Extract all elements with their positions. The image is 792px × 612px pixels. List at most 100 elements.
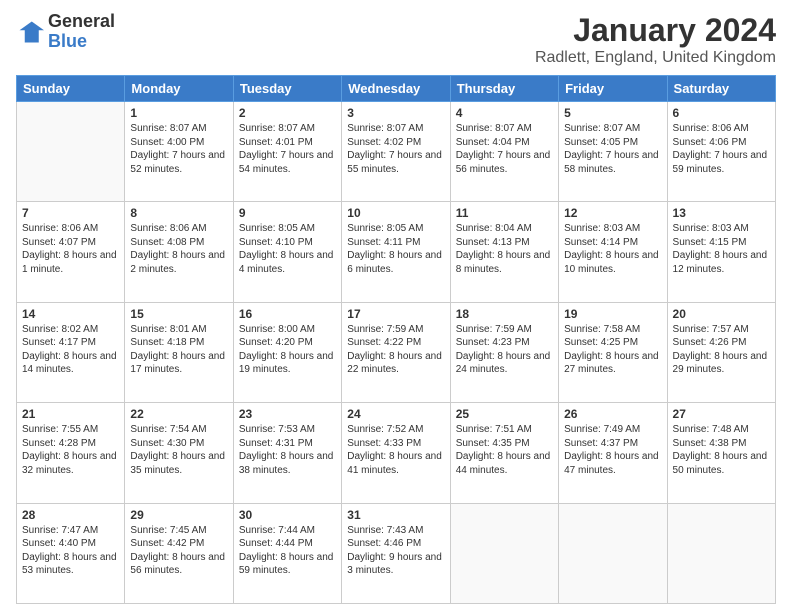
calendar-cell: 5Sunrise: 8:07 AMSunset: 4:05 PMDaylight… bbox=[559, 102, 667, 202]
calendar-cell: 2 Sunrise: 8:07 AMSunset: 4:01 PMDaylight… bbox=[233, 102, 341, 202]
calendar-cell: 31 Sunrise: 7:43 AMSunset: 4:46 PMDayligh… bbox=[342, 503, 450, 603]
title-block: January 2024 Radlett, England, United Ki… bbox=[535, 12, 776, 67]
logo-blue-text: Blue bbox=[48, 32, 115, 52]
cell-info: Sunrise: 7:54 AMSunset: 4:30 PMDaylight:… bbox=[130, 423, 227, 477]
cell-info: Sunrise: 7:53 AMSunset: 4:31 PMDaylight:… bbox=[239, 423, 336, 477]
cell-info: Sunrise: 7:59 AMSunset: 4:22 PMDaylight:… bbox=[347, 323, 444, 377]
cell-info: Sunrise: 8:06 AMSunset: 4:08 PMDaylight:… bbox=[130, 222, 227, 276]
page: General Blue January 2024 Radlett, Engla… bbox=[0, 0, 792, 612]
day-number: 20 bbox=[673, 307, 770, 321]
calendar-cell: 18 Sunrise: 7:59 AMSunset: 4:23 PMDayligh… bbox=[450, 302, 558, 402]
day-number: 15 bbox=[130, 307, 227, 321]
calendar-header-monday: Monday bbox=[125, 76, 233, 102]
calendar-cell: 4 Sunrise: 8:07 AMSunset: 4:04 PMDaylight… bbox=[450, 102, 558, 202]
cell-info: Sunrise: 7:47 AMSunset: 4:40 PMDaylight:… bbox=[22, 524, 119, 578]
calendar-cell: 8 Sunrise: 8:06 AMSunset: 4:08 PMDaylight… bbox=[125, 202, 233, 302]
calendar-header-row: SundayMondayTuesdayWednesdayThursdayFrid… bbox=[17, 76, 776, 102]
day-number: 1 bbox=[130, 106, 227, 120]
cell-info: Sunrise: 8:06 AMSunset: 4:07 PMDaylight:… bbox=[22, 222, 119, 276]
day-number: 16 bbox=[239, 307, 336, 321]
cell-info: Sunrise: 7:51 AMSunset: 4:35 PMDaylight:… bbox=[456, 423, 553, 477]
day-number: 11 bbox=[456, 206, 553, 220]
calendar-cell: 9 Sunrise: 8:05 AMSunset: 4:10 PMDaylight… bbox=[233, 202, 341, 302]
calendar-cell: 17 Sunrise: 7:59 AMSunset: 4:22 PMDayligh… bbox=[342, 302, 450, 402]
day-number: 3 bbox=[347, 106, 444, 120]
calendar-cell: 7 Sunrise: 8:06 AMSunset: 4:07 PMDaylight… bbox=[17, 202, 125, 302]
day-number: 29 bbox=[130, 508, 227, 522]
cell-info: Sunrise: 8:06 AMSunset: 4:06 PMDaylight:… bbox=[673, 122, 770, 176]
day-number: 28 bbox=[22, 508, 119, 522]
cell-info: Sunrise: 7:59 AMSunset: 4:23 PMDaylight:… bbox=[456, 323, 553, 377]
cell-info: Sunrise: 8:00 AMSunset: 4:20 PMDaylight:… bbox=[239, 323, 336, 377]
cell-info: Sunrise: 8:07 AMSunset: 4:02 PMDaylight:… bbox=[347, 122, 444, 176]
calendar-cell: 16 Sunrise: 8:00 AMSunset: 4:20 PMDayligh… bbox=[233, 302, 341, 402]
cell-info: Sunrise: 8:07 AMSunset: 4:04 PMDaylight:… bbox=[456, 122, 553, 176]
calendar-cell: 26 Sunrise: 7:49 AMSunset: 4:37 PMDayligh… bbox=[559, 403, 667, 503]
cell-info: Sunrise: 8:01 AMSunset: 4:18 PMDaylight:… bbox=[130, 323, 227, 377]
calendar: SundayMondayTuesdayWednesdayThursdayFrid… bbox=[16, 75, 776, 604]
calendar-cell bbox=[17, 102, 125, 202]
calendar-cell: 23Sunrise: 7:53 AMSunset: 4:31 PMDayligh… bbox=[233, 403, 341, 503]
calendar-cell: 1 Sunrise: 8:07 AMSunset: 4:00 PMDaylight… bbox=[125, 102, 233, 202]
cell-info: Sunrise: 7:57 AMSunset: 4:26 PMDaylight:… bbox=[673, 323, 770, 377]
logo-general-text: General bbox=[48, 12, 115, 32]
logo-text: General Blue bbox=[48, 12, 115, 52]
logo: General Blue bbox=[16, 12, 115, 52]
cell-info: Sunrise: 7:43 AMSunset: 4:46 PMDaylight:… bbox=[347, 524, 444, 578]
calendar-cell: 19Sunrise: 7:58 AMSunset: 4:25 PMDayligh… bbox=[559, 302, 667, 402]
day-number: 31 bbox=[347, 508, 444, 522]
cell-info: Sunrise: 8:07 AMSunset: 4:00 PMDaylight:… bbox=[130, 122, 227, 176]
calendar-header-saturday: Saturday bbox=[667, 76, 775, 102]
day-number: 24 bbox=[347, 407, 444, 421]
cell-info: Sunrise: 7:58 AMSunset: 4:25 PMDaylight:… bbox=[564, 323, 661, 377]
calendar-cell: 24 Sunrise: 7:52 AMSunset: 4:33 PMDayligh… bbox=[342, 403, 450, 503]
header: General Blue January 2024 Radlett, Engla… bbox=[16, 12, 776, 67]
day-number: 2 bbox=[239, 106, 336, 120]
cell-info: Sunrise: 7:52 AMSunset: 4:33 PMDaylight:… bbox=[347, 423, 444, 477]
calendar-header-sunday: Sunday bbox=[17, 76, 125, 102]
cell-info: Sunrise: 8:05 AMSunset: 4:10 PMDaylight:… bbox=[239, 222, 336, 276]
month-title: January 2024 bbox=[535, 12, 776, 49]
day-number: 22 bbox=[130, 407, 227, 421]
calendar-cell: 6 Sunrise: 8:06 AMSunset: 4:06 PMDaylight… bbox=[667, 102, 775, 202]
cell-info: Sunrise: 7:45 AMSunset: 4:42 PMDaylight:… bbox=[130, 524, 227, 578]
calendar-cell: 21Sunrise: 7:55 AMSunset: 4:28 PMDayligh… bbox=[17, 403, 125, 503]
day-number: 7 bbox=[22, 206, 119, 220]
logo-icon bbox=[16, 18, 44, 46]
calendar-cell: 11Sunrise: 8:04 AMSunset: 4:13 PMDayligh… bbox=[450, 202, 558, 302]
day-number: 21 bbox=[22, 407, 119, 421]
day-number: 4 bbox=[456, 106, 553, 120]
calendar-week-row: 14 Sunrise: 8:02 AMSunset: 4:17 PMDayligh… bbox=[17, 302, 776, 402]
calendar-cell: 3 Sunrise: 8:07 AMSunset: 4:02 PMDaylight… bbox=[342, 102, 450, 202]
calendar-cell: 14 Sunrise: 8:02 AMSunset: 4:17 PMDayligh… bbox=[17, 302, 125, 402]
day-number: 6 bbox=[673, 106, 770, 120]
calendar-cell bbox=[559, 503, 667, 603]
day-number: 14 bbox=[22, 307, 119, 321]
day-number: 27 bbox=[673, 407, 770, 421]
day-number: 9 bbox=[239, 206, 336, 220]
cell-info: Sunrise: 7:49 AMSunset: 4:37 PMDaylight:… bbox=[564, 423, 661, 477]
day-number: 30 bbox=[239, 508, 336, 522]
calendar-cell: 30 Sunrise: 7:44 AMSunset: 4:44 PMDayligh… bbox=[233, 503, 341, 603]
calendar-cell: 28 Sunrise: 7:47 AMSunset: 4:40 PMDayligh… bbox=[17, 503, 125, 603]
day-number: 8 bbox=[130, 206, 227, 220]
location: Radlett, England, United Kingdom bbox=[535, 49, 776, 67]
cell-info: Sunrise: 7:44 AMSunset: 4:44 PMDaylight:… bbox=[239, 524, 336, 578]
cell-info: Sunrise: 8:07 AMSunset: 4:01 PMDaylight:… bbox=[239, 122, 336, 176]
day-number: 5 bbox=[564, 106, 661, 120]
calendar-header-wednesday: Wednesday bbox=[342, 76, 450, 102]
day-number: 10 bbox=[347, 206, 444, 220]
cell-info: Sunrise: 8:03 AMSunset: 4:14 PMDaylight:… bbox=[564, 222, 661, 276]
calendar-week-row: 1 Sunrise: 8:07 AMSunset: 4:00 PMDaylight… bbox=[17, 102, 776, 202]
day-number: 18 bbox=[456, 307, 553, 321]
day-number: 17 bbox=[347, 307, 444, 321]
cell-info: Sunrise: 8:02 AMSunset: 4:17 PMDaylight:… bbox=[22, 323, 119, 377]
calendar-header-thursday: Thursday bbox=[450, 76, 558, 102]
calendar-cell bbox=[667, 503, 775, 603]
day-number: 26 bbox=[564, 407, 661, 421]
calendar-cell: 20 Sunrise: 7:57 AMSunset: 4:26 PMDayligh… bbox=[667, 302, 775, 402]
cell-info: Sunrise: 8:03 AMSunset: 4:15 PMDaylight:… bbox=[673, 222, 770, 276]
calendar-header-tuesday: Tuesday bbox=[233, 76, 341, 102]
calendar-cell: 15 Sunrise: 8:01 AMSunset: 4:18 PMDayligh… bbox=[125, 302, 233, 402]
calendar-header-friday: Friday bbox=[559, 76, 667, 102]
